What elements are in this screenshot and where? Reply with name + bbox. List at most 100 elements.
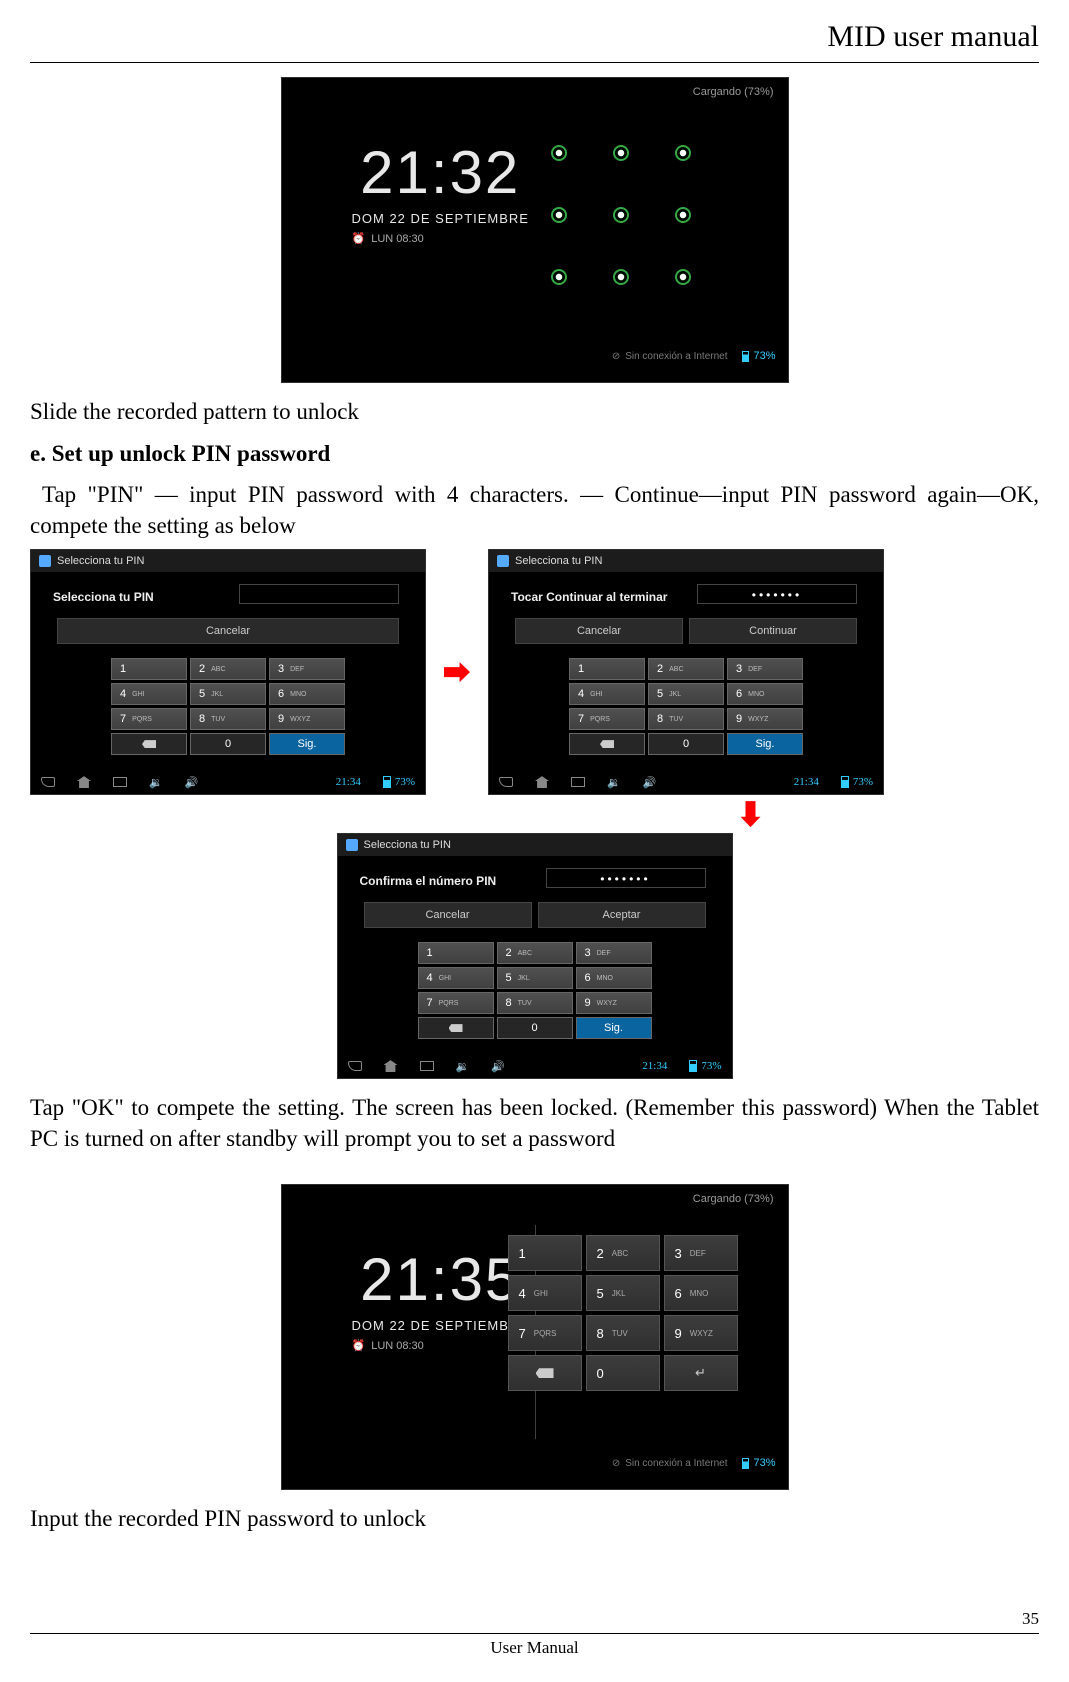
key-1[interactable]: 1 [111, 658, 187, 680]
caption-slide-pattern: Slide the recorded pattern to unlock [30, 396, 1039, 427]
key-0[interactable]: 0 [190, 733, 266, 755]
vol-down-icon[interactable]: 🔉 [149, 776, 163, 789]
key-4[interactable]: 4GHI [111, 683, 187, 705]
key-backspace[interactable] [508, 1355, 582, 1391]
key-3[interactable]: 3DEF [727, 658, 803, 680]
key-8[interactable]: 8TUV [497, 992, 573, 1014]
system-navbar[interactable]: 🔉 🔊 21:34 73% [489, 770, 883, 794]
key-backspace[interactable] [569, 733, 645, 755]
key-3[interactable]: 3DEF [269, 658, 345, 680]
key-7[interactable]: 7PQRS [508, 1315, 582, 1351]
header-rule [30, 62, 1039, 63]
key-6[interactable]: 6MNO [727, 683, 803, 705]
key-backspace[interactable] [418, 1017, 494, 1039]
key-9[interactable]: 9WXYZ [664, 1315, 738, 1351]
caption-input-pin: Input the recorded PIN password to unloc… [30, 1503, 1039, 1534]
key-9[interactable]: 9WXYZ [727, 708, 803, 730]
home-icon[interactable] [77, 776, 91, 788]
vol-down-icon[interactable]: 🔉 [456, 1060, 470, 1073]
home-icon[interactable] [384, 1060, 398, 1072]
navbar-clock: 21:34 [336, 776, 361, 788]
system-navbar[interactable]: 🔉 🔊 21:34 73% [31, 770, 425, 794]
key-0[interactable]: 0 [648, 733, 724, 755]
home-icon[interactable] [535, 776, 549, 788]
cancel-button[interactable]: Cancelar [515, 618, 683, 644]
key-9[interactable]: 9WXYZ [269, 708, 345, 730]
pin-keypad[interactable]: 12ABC3DEF 4GHI5JKL6MNO 7PQRS8TUV9WXYZ0Sig. [418, 942, 652, 1039]
battery-percent: 73% [742, 350, 775, 362]
key-0[interactable]: 0 [586, 1355, 660, 1391]
charging-status: Cargando (73%) [693, 86, 774, 98]
key-next[interactable]: Sig. [269, 733, 345, 755]
key-8[interactable]: 8TUV [648, 708, 724, 730]
key-4[interactable]: 4GHI [508, 1275, 582, 1311]
pin-prompt: Selecciona tu PIN [53, 590, 154, 604]
key-5[interactable]: 5JKL [586, 1275, 660, 1311]
key-7[interactable]: 7PQRS [111, 708, 187, 730]
back-icon[interactable] [348, 1061, 362, 1071]
key-5[interactable]: 5JKL [648, 683, 724, 705]
pin-input[interactable]: ••••••• [697, 584, 857, 604]
key-2[interactable]: 2ABC [497, 942, 573, 964]
continue-button[interactable]: Aceptar [538, 902, 706, 928]
key-9[interactable]: 9WXYZ [576, 992, 652, 1014]
key-6[interactable]: 6MNO [664, 1275, 738, 1311]
charging-status: Cargando (73%) [693, 1193, 774, 1205]
vol-down-icon[interactable]: 🔉 [607, 776, 621, 789]
key-2[interactable]: 2ABC [190, 658, 266, 680]
recent-icon[interactable] [420, 1061, 434, 1071]
key-6[interactable]: 6MNO [269, 683, 345, 705]
key-0[interactable]: 0 [497, 1017, 573, 1039]
paragraph-tap-ok: Tap "OK" to compete the setting. The scr… [30, 1092, 1039, 1154]
key-4[interactable]: 4GHI [569, 683, 645, 705]
pin-lock-keypad[interactable]: 1 2ABC 3DEF 4GHI 5JKL 6MNO 7PQRS 8TUV 9W… [508, 1235, 738, 1391]
pattern-grid[interactable] [528, 122, 714, 308]
key-3[interactable]: 3DEF [576, 942, 652, 964]
lock-date: DOM 22 DE SEPTIEMBRE [352, 1318, 529, 1333]
key-8[interactable]: 8TUV [190, 708, 266, 730]
recent-icon[interactable] [113, 777, 127, 787]
pin-input[interactable]: ••••••• [546, 868, 706, 888]
key-5[interactable]: 5JKL [497, 967, 573, 989]
continue-button[interactable]: Continuar [689, 618, 857, 644]
settings-titlebar: Selecciona tu PIN [338, 834, 732, 856]
pin-keypad[interactable]: 12ABC3DEF 4GHI5JKL6MNO 7PQRS8TUV9WXYZ0Sig. [569, 658, 803, 755]
pin-prompt: Confirma el número PIN [360, 874, 497, 888]
key-1[interactable]: 1 [508, 1235, 582, 1271]
key-next[interactable]: Sig. [576, 1017, 652, 1039]
recent-icon[interactable] [571, 777, 585, 787]
lock-alarm: ⏰LUN 08:30 [352, 1339, 529, 1352]
cancel-button[interactable]: Cancelar [364, 902, 532, 928]
page-number: 35 [30, 1609, 1039, 1629]
key-5[interactable]: 5JKL [190, 683, 266, 705]
vol-up-icon[interactable]: 🔊 [643, 776, 657, 789]
battery-percent: 73% [742, 1457, 775, 1469]
key-1[interactable]: 1 [418, 942, 494, 964]
pin-keypad[interactable]: 12ABC3DEF 4GHI5JKL6MNO 7PQRS8TUV9WXYZ0Sig. [111, 658, 345, 755]
settings-titlebar: Selecciona tu PIN [31, 550, 425, 572]
key-7[interactable]: 7PQRS [569, 708, 645, 730]
back-icon[interactable] [499, 777, 513, 787]
key-8[interactable]: 8TUV [586, 1315, 660, 1351]
key-1[interactable]: 1 [569, 658, 645, 680]
back-icon[interactable] [41, 777, 55, 787]
key-2[interactable]: 2ABC [586, 1235, 660, 1271]
key-enter[interactable]: ↵ [664, 1355, 738, 1391]
footer-rule [30, 1633, 1039, 1634]
key-next[interactable]: Sig. [727, 733, 803, 755]
key-7[interactable]: 7PQRS [418, 992, 494, 1014]
key-4[interactable]: 4GHI [418, 967, 494, 989]
system-navbar[interactable]: 🔉 🔊 21:34 73% [338, 1054, 732, 1078]
vol-up-icon[interactable]: 🔊 [185, 776, 199, 789]
lock-date: DOM 22 DE SEPTIEMBRE [352, 211, 529, 226]
settings-titlebar: Selecciona tu PIN [489, 550, 883, 572]
key-6[interactable]: 6MNO [576, 967, 652, 989]
vol-up-icon[interactable]: 🔊 [491, 1060, 505, 1073]
key-2[interactable]: 2ABC [648, 658, 724, 680]
cancel-button[interactable]: Cancelar [57, 618, 399, 644]
key-3[interactable]: 3DEF [664, 1235, 738, 1271]
pin-prompt: Tocar Continuar al terminar [511, 590, 667, 604]
pin-input[interactable] [239, 584, 399, 604]
key-backspace[interactable] [111, 733, 187, 755]
screenshot-pattern-lock: Cargando (73%) 21:32 DOM 22 DE SEPTIEMBR… [281, 77, 789, 383]
